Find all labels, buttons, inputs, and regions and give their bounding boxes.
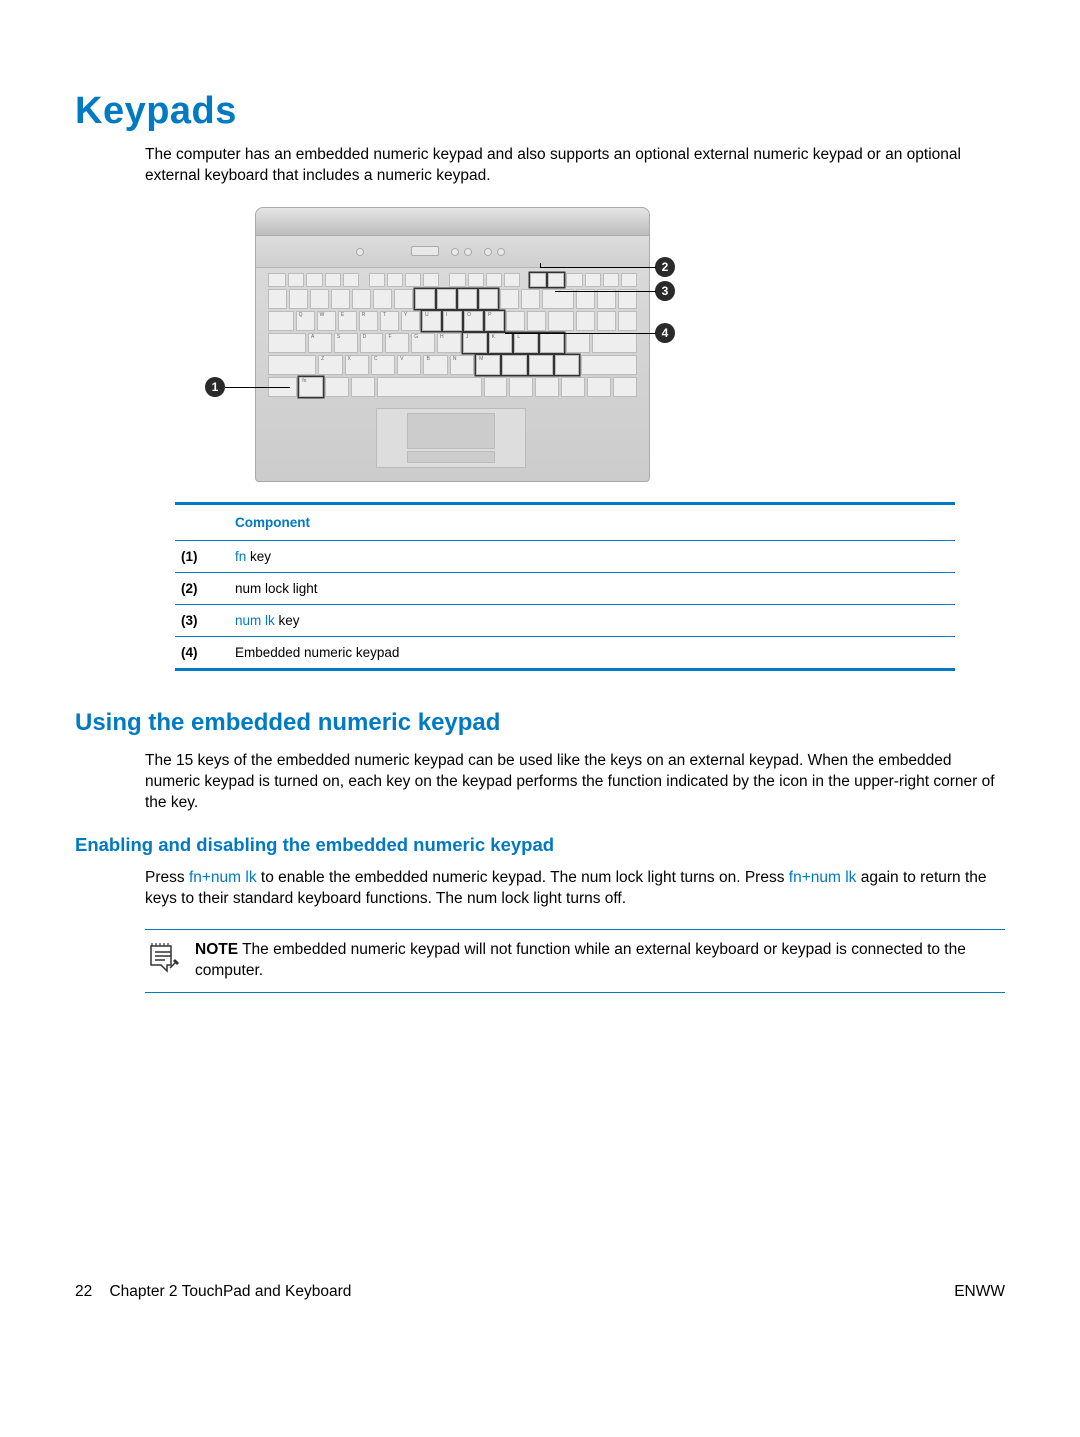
callout-3: 3 [655, 281, 675, 301]
callout-2: 2 [655, 257, 675, 277]
callout-4: 4 [655, 323, 675, 343]
keypad-figure: QWERTY UIOP ASDFGH JKL ZXCVBN M [205, 207, 675, 482]
table-row: (2) num lock light [175, 572, 955, 604]
intro-text: The computer has an embedded numeric key… [145, 145, 1005, 187]
section-heading-enabling-keypad: Enabling and disabling the embedded nume… [75, 834, 1005, 856]
section-body-using-keypad: The 15 keys of the embedded numeric keyp… [145, 751, 1005, 814]
footer-page-number: 22 [75, 1283, 92, 1300]
component-table-wrap: Component (1) fn key (2) num lock light … [175, 502, 955, 671]
table-header-component: Component [235, 505, 955, 541]
page-title: Keypads [75, 90, 1005, 133]
table-row: (4) Embedded numeric keypad [175, 636, 955, 668]
note-label: NOTE [195, 941, 238, 958]
callout-1: 1 [205, 377, 225, 397]
laptop-illustration: QWERTY UIOP ASDFGH JKL ZXCVBN M [255, 207, 650, 482]
section-body-enabling-keypad: Press fn+num lk to enable the embedded n… [145, 868, 1005, 910]
section-heading-using-keypad: Using the embedded numeric keypad [75, 709, 1005, 737]
table-row: (1) fn key [175, 540, 955, 572]
page-footer: 22 Chapter 2 TouchPad and Keyboard ENWW [0, 1283, 1080, 1341]
note-body: The embedded numeric keypad will not fun… [195, 941, 966, 979]
footer-chapter: Chapter 2 TouchPad and Keyboard [109, 1283, 351, 1300]
table-row: (3) num lk key [175, 604, 955, 636]
component-table: Component (1) fn key (2) num lock light … [175, 505, 955, 668]
footer-right: ENWW [954, 1283, 1005, 1301]
note-box: NOTE The embedded numeric keypad will no… [145, 929, 1005, 993]
note-icon [145, 940, 181, 976]
